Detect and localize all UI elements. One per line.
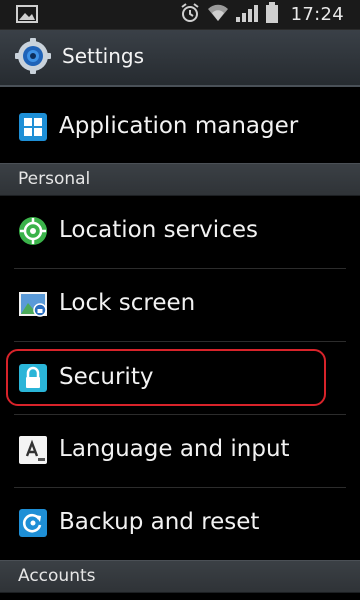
settings-item-label: Lock screen xyxy=(59,290,196,316)
signal-icon xyxy=(235,3,259,27)
application-manager-icon xyxy=(18,112,48,142)
wifi-icon xyxy=(207,3,229,27)
section-label: Personal xyxy=(18,169,91,189)
gallery-notification-icon xyxy=(16,5,38,27)
alarm-icon xyxy=(179,2,201,28)
settings-gear-icon[interactable] xyxy=(14,37,52,79)
backup-reset-icon xyxy=(18,508,48,538)
settings-item-location-services[interactable]: Location services xyxy=(0,196,360,268)
language-input-icon xyxy=(18,435,48,465)
settings-item-application-manager[interactable]: Application manager xyxy=(0,91,360,163)
section-header-accounts: Accounts xyxy=(0,560,360,593)
security-highlight-outline xyxy=(6,349,326,406)
location-services-icon xyxy=(18,216,48,246)
action-bar: Settings xyxy=(0,30,360,87)
section-label: Accounts xyxy=(18,566,96,586)
settings-item-label: Location services xyxy=(59,217,258,243)
page-title: Settings xyxy=(62,44,145,68)
battery-icon xyxy=(265,1,279,28)
settings-item-label: Backup and reset xyxy=(59,509,260,535)
lock-screen-icon xyxy=(18,289,48,319)
settings-item-label: Application manager xyxy=(59,113,299,139)
settings-item-label: Language and input xyxy=(59,436,290,462)
settings-item-lock-screen[interactable]: Lock screen xyxy=(0,269,360,341)
status-bar: 17:24 xyxy=(0,0,360,30)
settings-item-backup-and-reset[interactable]: Backup and reset xyxy=(0,488,360,560)
settings-item-language-and-input[interactable]: Language and input xyxy=(0,415,360,487)
clock-time: 17:24 xyxy=(290,4,344,25)
section-header-personal: Personal xyxy=(0,163,360,196)
